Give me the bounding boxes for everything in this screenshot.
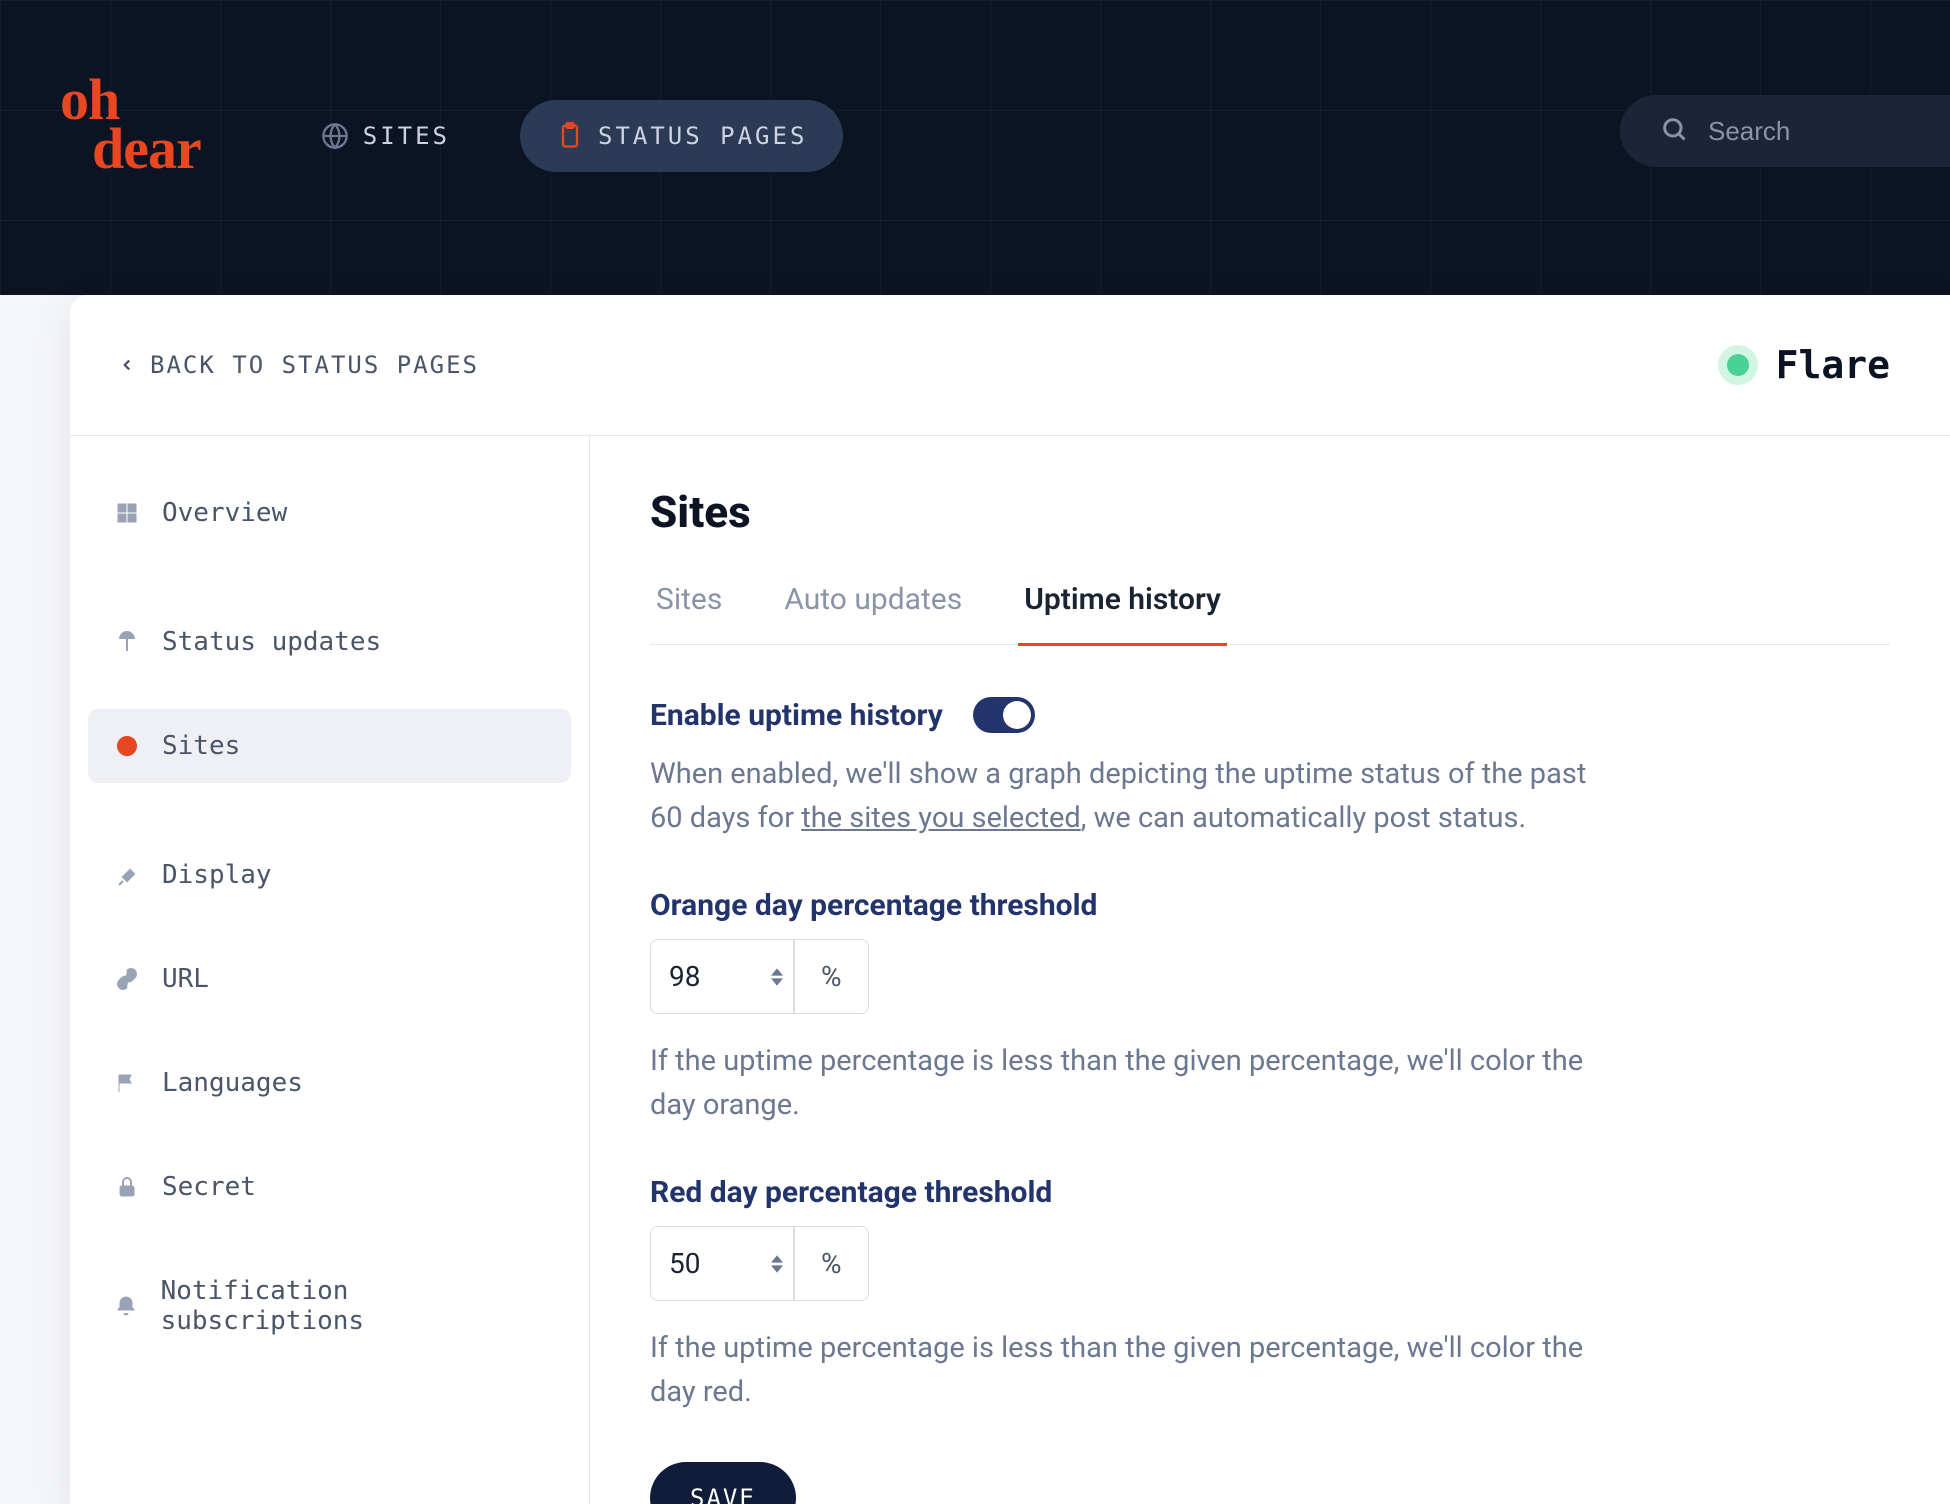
sidebar-item-sites[interactable]: Sites [88, 709, 571, 783]
enable-uptime-toggle[interactable] [973, 697, 1035, 733]
card-header: BACK TO STATUS PAGES Flare [70, 295, 1950, 436]
sidebar: Overview Status updates Sites Display [70, 436, 590, 1504]
tab-sites[interactable]: Sites [650, 582, 728, 646]
lock-icon [114, 1174, 140, 1200]
main-card: BACK TO STATUS PAGES Flare Overview Stat… [70, 295, 1950, 1504]
chevron-down-icon [771, 978, 783, 986]
number-stepper[interactable] [761, 940, 794, 1013]
sidebar-item-url[interactable]: URL [88, 942, 571, 1016]
sidebar-item-label: URL [162, 964, 209, 994]
globe-icon [114, 733, 140, 759]
nav-sites[interactable]: SITES [321, 122, 450, 150]
app-header: oh dear SITES STATUS PAGES [0, 0, 1950, 295]
status-indicator-icon [1718, 345, 1758, 385]
enable-uptime-row: Enable uptime history [650, 697, 1890, 733]
globe-icon [321, 122, 349, 150]
page-heading: Sites [650, 486, 1890, 538]
number-stepper[interactable] [761, 1227, 794, 1300]
paint-icon [114, 862, 140, 888]
orange-threshold-input-group: % [650, 939, 869, 1014]
red-threshold-input-group: % [650, 1226, 869, 1301]
red-threshold-help: If the uptime percentage is less than th… [650, 1327, 1590, 1414]
orange-threshold-label: Orange day percentage threshold [650, 888, 1890, 923]
card-body: Overview Status updates Sites Display [70, 436, 1950, 1504]
clipboard-icon [556, 122, 584, 150]
back-to-status-pages[interactable]: BACK TO STATUS PAGES [118, 351, 479, 379]
percent-suffix: % [794, 940, 868, 1013]
help-text-part: , we can automatically post status. [1081, 801, 1526, 835]
enable-uptime-help: When enabled, we'll show a graph depicti… [650, 753, 1610, 840]
enable-uptime-label: Enable uptime history [650, 698, 943, 733]
sidebar-item-label: Display [162, 860, 272, 890]
search-box[interactable] [1620, 95, 1950, 167]
page-title-wrap: Flare [1718, 343, 1890, 387]
sidebar-item-status-updates[interactable]: Status updates [88, 605, 571, 679]
broadcast-icon [114, 629, 140, 655]
sidebar-item-label: Secret [162, 1172, 256, 1202]
search-icon [1660, 115, 1688, 147]
sidebar-item-label: Notification subscriptions [161, 1276, 545, 1336]
sidebar-item-display[interactable]: Display [88, 838, 571, 912]
sidebar-item-label: Overview [162, 498, 287, 528]
sidebar-item-secret[interactable]: Secret [88, 1150, 571, 1224]
nav-sites-label: SITES [363, 122, 450, 150]
sidebar-item-label: Languages [162, 1068, 303, 1098]
bell-icon [114, 1293, 139, 1319]
nav-status-pages[interactable]: STATUS PAGES [520, 100, 843, 172]
tab-auto-updates[interactable]: Auto updates [778, 582, 968, 646]
percent-suffix: % [794, 1227, 868, 1300]
flag-icon [114, 1070, 140, 1096]
sidebar-item-languages[interactable]: Languages [88, 1046, 571, 1120]
sidebar-item-label: Status updates [162, 627, 381, 657]
link-icon [114, 966, 140, 992]
sites-selected-link[interactable]: the sites you selected [801, 801, 1080, 835]
sidebar-item-notifications[interactable]: Notification subscriptions [88, 1254, 571, 1358]
orange-threshold-help: If the uptime percentage is less than th… [650, 1040, 1590, 1127]
tab-uptime-history[interactable]: Uptime history [1018, 582, 1227, 646]
search-input[interactable] [1708, 116, 1908, 147]
chevron-up-icon [771, 968, 783, 976]
status-page-title: Flare [1776, 343, 1890, 387]
nav-status-pages-label: STATUS PAGES [598, 122, 807, 150]
chevron-up-icon [771, 1255, 783, 1263]
back-label: BACK TO STATUS PAGES [150, 351, 479, 379]
chevron-down-icon [771, 1265, 783, 1273]
main-content: Sites Sites Auto updates Uptime history … [590, 436, 1950, 1504]
sidebar-item-label: Sites [162, 731, 240, 761]
tabs: Sites Auto updates Uptime history [650, 582, 1890, 645]
top-nav: SITES STATUS PAGES [321, 100, 844, 172]
sidebar-item-overview[interactable]: Overview [88, 476, 571, 550]
save-button[interactable]: SAVE [650, 1462, 796, 1504]
red-threshold-label: Red day percentage threshold [650, 1175, 1890, 1210]
grid-icon [114, 500, 140, 526]
red-threshold-input[interactable] [651, 1227, 761, 1300]
orange-threshold-input[interactable] [651, 940, 761, 1013]
logo: oh dear [60, 75, 201, 174]
